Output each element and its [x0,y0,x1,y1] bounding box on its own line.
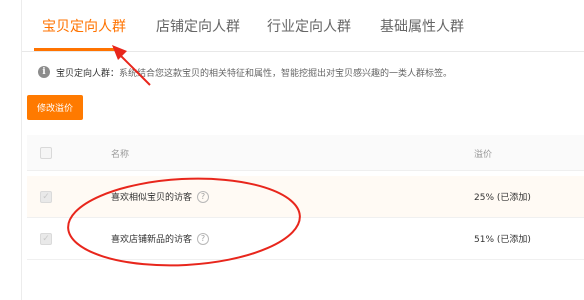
bid-value: 51% (已添加) [474,235,531,245]
crowd-name-cell: 喜欢店铺新品的访客 ? [111,232,210,245]
active-tab-underline [34,48,119,51]
crowd-name: 喜欢相似宝贝的访客 [111,193,193,203]
tab-basic-attribute-crowd[interactable]: 基础属性人群 [380,16,464,36]
info-label: 宝贝定向人群： [56,68,120,79]
table-row: ✓ 喜欢相似宝贝的访客 ? 25% (已添加) [27,176,584,218]
check-icon: ✓ [42,233,50,244]
tab-shop-crowd[interactable]: 店铺定向人群 [156,16,240,36]
bid-value: 25% (已添加) [474,193,531,203]
table-header: 名称 溢价 [27,135,584,171]
help-question-icon[interactable]: ? [197,190,210,203]
check-icon: ✓ [42,191,50,202]
row-checkbox[interactable]: ✓ [40,191,52,203]
crowd-tabs: 宝贝定向人群 店铺定向人群 行业定向人群 基础属性人群 [22,0,584,52]
modify-bid-button[interactable]: 修改溢价 [27,95,83,120]
crowd-name-cell: 喜欢相似宝贝的访客 ? [111,190,210,203]
help-question-icon[interactable]: ? [197,232,210,245]
crowd-name: 喜欢店铺新品的访客 [111,235,193,245]
tab-industry-crowd[interactable]: 行业定向人群 [267,16,351,36]
table-row: ✓ 喜欢店铺新品的访客 ? 51% (已添加) [27,218,584,260]
info-text: 系统结合您这款宝贝的相关特征和属性，智能挖掘出对宝贝感兴趣的一类人群标签。 [119,68,453,79]
info-notice: i 宝贝定向人群： 系统结合您这款宝贝的相关特征和属性，智能挖掘出对宝贝感兴趣的… [38,64,452,80]
column-header-name: 名称 [111,150,130,160]
row-checkbox[interactable]: ✓ [40,233,52,245]
tab-item-crowd[interactable]: 宝贝定向人群 [42,16,126,36]
info-icon: i [38,66,50,78]
select-all-checkbox[interactable] [40,147,52,159]
column-header-bid: 溢价 [474,150,493,160]
